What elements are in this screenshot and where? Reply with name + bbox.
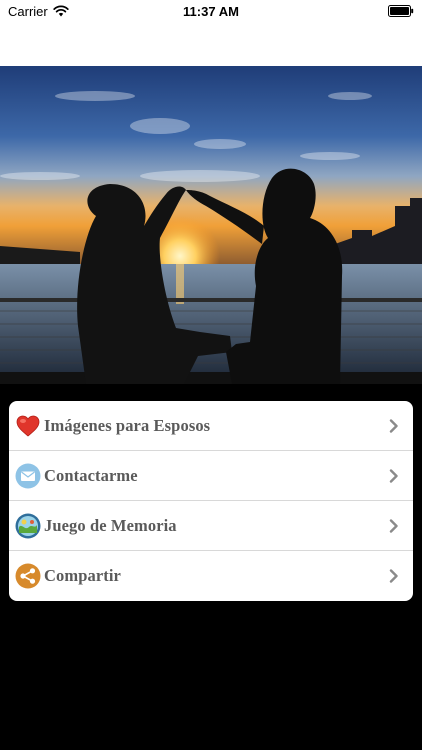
menu-item-label: Imágenes para Esposos — [44, 415, 211, 435]
memory-game-icon — [15, 513, 41, 539]
carrier-group: Carrier — [8, 4, 69, 19]
menu-item-imagenes[interactable]: Imágenes para Esposos — [9, 401, 413, 451]
menu-item-juego-memoria[interactable]: Juego de Memoria — [9, 501, 413, 551]
wifi-icon — [53, 5, 69, 17]
chevron-right-icon — [389, 418, 399, 433]
menu-item-compartir[interactable]: Compartir — [9, 551, 413, 601]
hero-photo — [0, 66, 422, 384]
battery-icon — [388, 5, 414, 17]
menu-item-label: Juego de Memoria — [44, 515, 177, 535]
menu-item-label: Contactarme — [44, 465, 138, 485]
menu-item-contactarme[interactable]: Contactarme — [9, 451, 413, 501]
carrier-label: Carrier — [8, 3, 48, 19]
mail-icon — [15, 463, 41, 489]
chevron-right-icon — [389, 518, 399, 533]
status-bar: Carrier 11:37 AM — [0, 0, 422, 66]
status-row: Carrier 11:37 AM — [0, 0, 422, 22]
chevron-right-icon — [389, 468, 399, 483]
share-icon — [15, 563, 41, 589]
menu-item-label: Compartir — [44, 566, 121, 585]
menu-card: Imágenes para Esposos Contactarme Juego … — [9, 401, 413, 601]
heart-icon — [15, 413, 41, 439]
chevron-right-icon — [389, 569, 399, 583]
